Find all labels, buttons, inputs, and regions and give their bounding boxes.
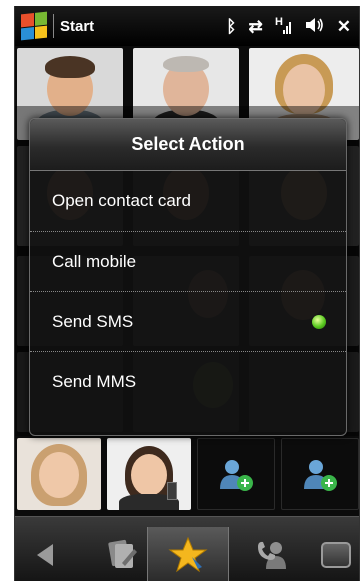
speaker-icon[interactable] [305,16,325,37]
svg-text:H: H [275,16,283,28]
dialog-title: Select Action [30,119,346,171]
history-icon [108,539,137,568]
contact-tile[interactable] [17,438,101,510]
action-label: Call mobile [52,251,137,271]
windows-start-icon[interactable] [21,11,47,41]
action-label: Send SMS [52,311,134,331]
action-label: Send MMS [52,371,137,391]
add-favorite-tile[interactable] [281,438,359,510]
bluetooth-icon[interactable]: ᛒ [226,18,236,35]
action-send-mms[interactable]: Send MMS [30,351,346,411]
hsdpa-signal-icon[interactable]: H [275,14,293,39]
add-contact-icon [220,460,253,491]
phone-screen: Start ᛒ ⇄ H ✕ Select Action Open contact… [14,6,360,581]
start-label[interactable]: Start [60,18,94,35]
tab-calls[interactable] [237,527,307,581]
action-open-contact-card[interactable]: Open contact card [30,171,346,231]
calls-icon [258,541,286,569]
divider [53,14,54,38]
action-label: Open contact card [52,191,191,210]
action-send-sms[interactable]: Send SMS [30,291,346,351]
back-button[interactable] [15,527,75,581]
menu-button[interactable] [311,527,359,581]
back-arrow-icon [37,543,53,566]
action-call-mobile[interactable]: Call mobile [30,231,346,291]
contact-tile[interactable] [107,438,191,510]
tab-favorites[interactable] [147,527,229,581]
close-icon[interactable]: ✕ [337,18,351,35]
status-bar: Start ᛒ ⇄ H ✕ [15,6,359,46]
add-favorite-tile[interactable] [197,438,275,510]
data-transfer-icon[interactable]: ⇄ [249,18,263,35]
status-icons: ᛒ ⇄ H ✕ [226,14,351,39]
select-action-dialog: Select Action Open contact card Call mob… [29,118,347,436]
phone-prop-icon [167,482,177,500]
bottom-nav-bar [15,516,359,581]
sms-indicator-icon [312,314,326,329]
favorites-star-icon [168,536,208,572]
add-contact-icon [304,460,337,491]
menu-icon [321,541,351,568]
